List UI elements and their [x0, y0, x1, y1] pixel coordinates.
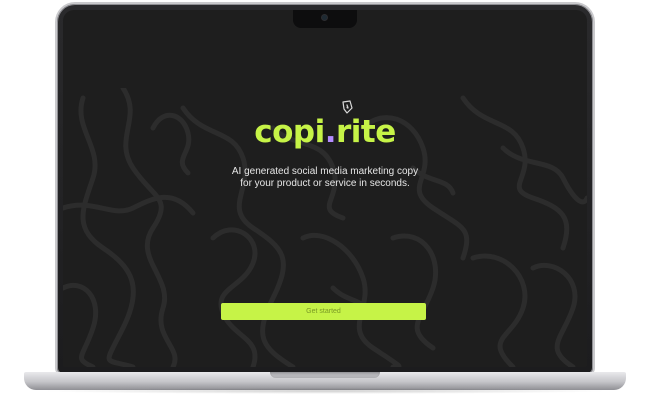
tagline-line-2: for your product or service in seconds.: [240, 178, 410, 189]
laptop-mockup: Get started copi.rite AI generated socia…: [0, 0, 650, 400]
tagline-line-1: AI generated social media marketing copy: [231, 166, 419, 177]
tagline: AI generated social media marketing copy…: [0, 166, 650, 190]
logo-suffix: rite: [336, 114, 396, 150]
get-started-button[interactable]: Get started: [221, 303, 426, 320]
laptop-hinge-cutout: [270, 372, 380, 378]
logo-prefix: copi: [254, 114, 325, 150]
logo-dot: .: [324, 114, 337, 150]
camera-icon: [322, 15, 327, 20]
laptop-shadow: [40, 388, 610, 394]
app-logo: copi.rite: [0, 112, 650, 152]
